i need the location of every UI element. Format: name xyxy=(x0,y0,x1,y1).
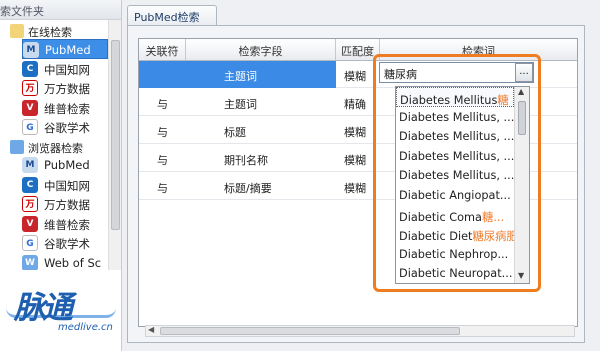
connector-cell[interactable]: 与 xyxy=(139,173,186,200)
connector-cell[interactable]: 与 xyxy=(139,145,186,172)
tree-group-label: 浏览器检索 xyxy=(28,142,83,155)
sidebar-item-label: 谷歌学术 xyxy=(44,121,90,135)
cnki-icon: C xyxy=(22,60,38,77)
sidebar-item-label: 谷歌学术 xyxy=(44,237,90,251)
sidebar-item-wanfang[interactable]: 万万方数据 xyxy=(22,194,108,214)
field-cell[interactable]: 主题词 xyxy=(186,61,336,88)
sidebar: 索文件夹 在线检索 M PubMed C 中国知网万万方数据 V 维普检索 G 谷歌学术 浏览… xyxy=(0,0,122,351)
sidebar-item-label: PubMed xyxy=(44,158,90,172)
sidebar-item-label: Web of Sc xyxy=(44,255,102,270)
sidebar-scrollbar[interactable] xyxy=(108,20,121,270)
field-cell-text: 标题 xyxy=(224,126,246,139)
weipu-icon: V xyxy=(22,99,38,116)
sidebar-item-weipu[interactable]: V 维普检索 xyxy=(22,98,108,118)
field-cell-text: 期刊名称 xyxy=(224,154,268,167)
google-icon: G xyxy=(22,119,38,135)
cnki-icon: C xyxy=(22,176,38,193)
sidebar-item-label: 维普检索 xyxy=(44,217,90,232)
logo-subtitle: medlive.cn xyxy=(58,322,113,333)
sidebar-item-label: 维普检索 xyxy=(44,101,90,116)
grid-horizontal-scrollbar[interactable]: ◀ xyxy=(145,325,575,337)
tree-group-browser[interactable]: 浏览器检索 xyxy=(0,138,108,156)
sidebar-scroll-thumb[interactable] xyxy=(111,40,120,230)
sidebar-header: 索文件夹 xyxy=(0,0,121,20)
field-cell-text: 主题词 xyxy=(224,70,257,83)
connector-cell[interactable] xyxy=(139,61,186,88)
field-cell[interactable]: 标题/摘要 xyxy=(186,173,336,200)
weipu-icon: V xyxy=(22,215,38,232)
sidebar-item-label: 万方数据 xyxy=(44,82,90,96)
match-cell[interactable]: 精确 xyxy=(336,89,376,116)
wanfang-icon: 万 xyxy=(22,196,38,212)
match-cell[interactable]: 模糊 xyxy=(336,173,376,200)
tab-label: PubMed检索 xyxy=(134,11,200,24)
connector-cell[interactable]: 与 xyxy=(139,89,186,116)
scroll-left-icon[interactable]: ◀ xyxy=(148,325,154,334)
match-cell[interactable]: 模糊 xyxy=(336,145,376,172)
wanfang-icon: 万 xyxy=(22,80,38,96)
connector-cell[interactable]: 与 xyxy=(139,117,186,144)
sidebar-item-label: 中国知网 xyxy=(44,62,90,77)
sidebar-item-pubmed[interactable]: M PubMed xyxy=(22,155,108,175)
highlight-frame xyxy=(373,54,541,292)
grid-scroll-thumb[interactable] xyxy=(160,327,460,335)
folder-icon xyxy=(10,24,24,38)
tree-group-online[interactable]: 在线检索 xyxy=(0,22,108,40)
sidebar-item-google[interactable]: G 谷歌学术 xyxy=(22,233,108,253)
tree-group-label: 在线检索 xyxy=(28,26,72,39)
logo: 脉通 xyxy=(14,290,73,326)
column-header-connector[interactable]: 关联符 xyxy=(139,39,186,61)
sidebar-item-wanfang[interactable]: 万万方数据 xyxy=(22,78,108,98)
sidebar-header-label: 索文件夹 xyxy=(0,5,44,18)
sidebar-item-cnki[interactable]: C 中国知网 xyxy=(22,59,108,79)
field-cell[interactable]: 主题词 xyxy=(186,89,336,116)
sidebar-item-label: 万方数据 xyxy=(44,198,90,212)
logo-area: 脉通 medlive.cn xyxy=(0,270,121,351)
web-of-science-icon: W xyxy=(22,254,38,271)
sidebar-item-cnki[interactable]: C 中国知网 xyxy=(22,175,108,195)
match-cell[interactable]: 模糊 xyxy=(336,61,376,88)
field-cell-text: 标题/摘要 xyxy=(224,182,272,195)
browser-icon xyxy=(10,140,24,154)
field-cell[interactable]: 期刊名称 xyxy=(186,145,336,172)
column-header-field[interactable]: 检索字段 xyxy=(186,39,336,61)
field-cell[interactable]: 标题 xyxy=(186,117,336,144)
pubmed-icon: M xyxy=(22,157,38,173)
pubmed-icon: M xyxy=(23,42,39,58)
sidebar-item-label: 中国知网 xyxy=(44,178,90,193)
sidebar-item-weipu[interactable]: V 维普检索 xyxy=(22,214,108,234)
sidebar-item-pubmed[interactable]: M PubMed xyxy=(22,39,108,59)
sidebar-item-google[interactable]: G 谷歌学术 xyxy=(22,117,108,137)
field-cell-text: 主题词 xyxy=(224,98,257,111)
tab-pubmed-search[interactable]: PubMed检索 xyxy=(127,5,217,25)
google-icon: G xyxy=(22,235,38,251)
sidebar-item-label: PubMed xyxy=(45,43,91,57)
match-cell[interactable]: 模糊 xyxy=(336,117,376,144)
